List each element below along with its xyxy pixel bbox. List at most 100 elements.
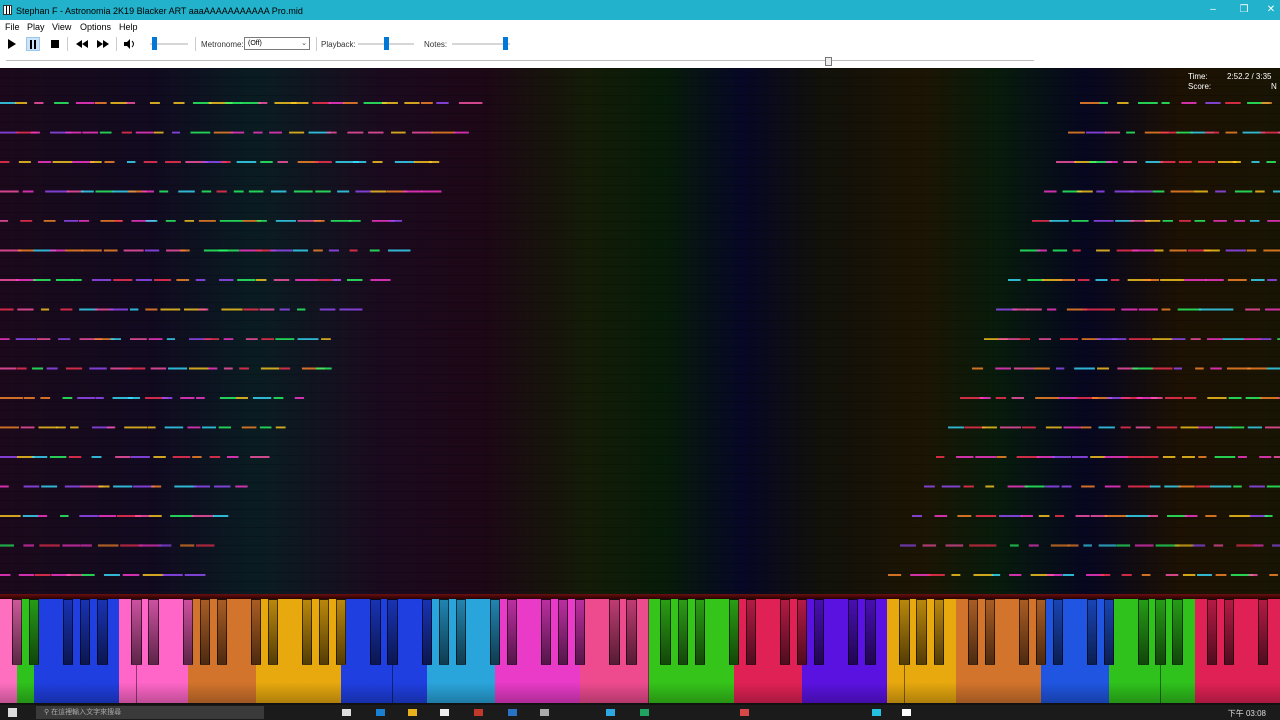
- note-segment: [297, 308, 306, 311]
- app-icon[interactable]: [606, 709, 615, 716]
- volume-slider-thumb[interactable]: [151, 37, 157, 50]
- note-segment: [1181, 456, 1195, 458]
- note-segment: [126, 161, 136, 163]
- note-segment: [1193, 190, 1208, 193]
- scanline: [0, 329, 1280, 330]
- note-segment: [161, 397, 173, 399]
- black-key: [1053, 599, 1064, 665]
- note-segment: [81, 574, 95, 576]
- notes-slider-thumb[interactable]: [503, 37, 509, 50]
- note-segment: [1228, 397, 1242, 399]
- note-segment: [1227, 279, 1247, 281]
- note-segment: [270, 190, 287, 193]
- note-segment: [1261, 102, 1272, 104]
- minimize-button[interactable]: –: [1205, 4, 1221, 16]
- metronome-dropdown[interactable]: (Off) ⌄: [244, 37, 310, 50]
- scanline: [0, 392, 1280, 393]
- black-key: [609, 599, 620, 665]
- note-segment: [113, 485, 133, 488]
- note-segment: [1096, 190, 1105, 193]
- menu-view[interactable]: View: [52, 22, 71, 32]
- note-segment: [54, 102, 69, 104]
- app-icon[interactable]: [740, 709, 749, 716]
- note-segment: [1229, 515, 1251, 517]
- maximize-button[interactable]: ❐: [1236, 4, 1252, 16]
- playback-slider-thumb[interactable]: [383, 37, 389, 50]
- note-segment: [162, 574, 183, 576]
- rewind-button[interactable]: [75, 37, 89, 51]
- black-key: [1104, 599, 1115, 665]
- seek-bar[interactable]: [0, 54, 1280, 68]
- note-segment: [1183, 397, 1197, 399]
- fast-forward-button[interactable]: [96, 37, 110, 51]
- black-key: [438, 599, 449, 665]
- midi-player-window: Stephan F - Astronomia 2K19 Blacker ART …: [0, 0, 1280, 720]
- note-segment: [972, 367, 984, 370]
- stop-button[interactable]: [48, 37, 62, 51]
- taskbar-search-box[interactable]: ⚲ 在這裡輸入文字來搜尋: [36, 706, 264, 719]
- menu-play[interactable]: Play: [27, 22, 45, 32]
- note-segment: [1020, 515, 1033, 517]
- black-key: [421, 599, 432, 665]
- note-segment: [55, 279, 74, 281]
- note-segment: [98, 485, 110, 488]
- app-icon[interactable]: [640, 709, 649, 716]
- black-key: [1035, 599, 1047, 665]
- menu-file[interactable]: File: [5, 22, 20, 32]
- menu-options[interactable]: Options: [80, 22, 111, 32]
- note-segment: [270, 249, 292, 252]
- note-segment: [1269, 574, 1278, 576]
- note-segment: [1141, 574, 1151, 576]
- play-button[interactable]: [4, 37, 18, 51]
- note-segment: [40, 308, 50, 311]
- scanline: [0, 113, 1280, 114]
- note-segment: [142, 190, 154, 193]
- note-segment: [951, 574, 961, 576]
- close-button[interactable]: ✕: [1263, 4, 1279, 16]
- taskview-icon[interactable]: [342, 709, 351, 716]
- store-icon[interactable]: [440, 709, 449, 716]
- toolbar-separator: [116, 37, 117, 51]
- note-segment: [110, 102, 128, 104]
- note-segment: [1082, 308, 1107, 311]
- app-icon[interactable]: [540, 709, 549, 716]
- black-key: [745, 599, 757, 665]
- explorer-icon[interactable]: [408, 709, 417, 716]
- app-icon[interactable]: [474, 709, 483, 716]
- scanline: [0, 266, 1280, 267]
- note-segment: [32, 367, 44, 370]
- note-segment: [113, 279, 133, 281]
- edge-icon[interactable]: [376, 709, 385, 716]
- notes-slider-track[interactable]: [452, 43, 510, 45]
- note-segment: [1205, 102, 1221, 104]
- pause-button[interactable]: [26, 37, 40, 51]
- note-segment: [1214, 456, 1236, 458]
- note-segment: [1071, 456, 1088, 458]
- note-segment: [328, 102, 344, 104]
- windows-start-icon[interactable]: [8, 708, 17, 717]
- seek-track[interactable]: [6, 60, 1034, 61]
- note-segment: [150, 367, 167, 370]
- seek-thumb[interactable]: [825, 57, 833, 66]
- note-segment: [1061, 485, 1072, 488]
- midi-player-taskbar-icon[interactable]: [902, 709, 911, 716]
- play-icon: [7, 39, 16, 49]
- scanline: [0, 149, 1280, 150]
- note-segment: [928, 574, 945, 576]
- note-segment: [198, 308, 209, 311]
- app-icon[interactable]: [508, 709, 517, 716]
- scanline: [0, 239, 1280, 240]
- note-segment: [167, 367, 188, 370]
- app-icon[interactable]: [872, 709, 881, 716]
- note-segment: [998, 515, 1023, 517]
- note-segment: [95, 190, 114, 193]
- note-segment: [17, 456, 35, 458]
- note-segment: [1104, 485, 1121, 488]
- menu-help[interactable]: Help: [119, 22, 138, 32]
- note-segment: [1129, 190, 1153, 193]
- volume-button[interactable]: [122, 37, 136, 51]
- note-segment: [1075, 515, 1090, 517]
- black-key: [319, 599, 330, 665]
- note-segment: [328, 249, 339, 252]
- note-segment: [394, 161, 415, 163]
